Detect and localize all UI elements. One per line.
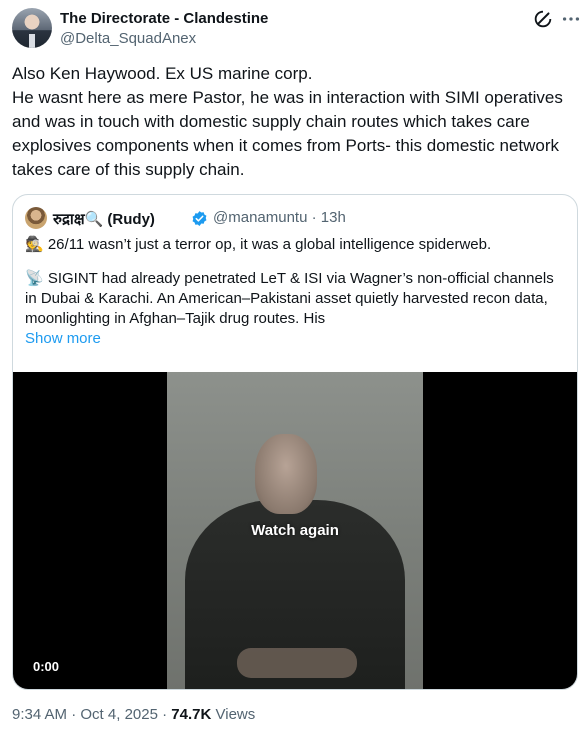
- post-line-1: Also Ken Haywood. Ex US marine corp.: [12, 64, 313, 83]
- grok-icon[interactable]: [532, 8, 554, 30]
- post-line-2: He wasnt here as mere Pastor, he was in …: [12, 88, 563, 179]
- more-icon[interactable]: [560, 8, 582, 30]
- video-figure-head: [255, 434, 317, 514]
- quoted-post-time[interactable]: 13h: [321, 209, 346, 226]
- show-more-link[interactable]: Show more: [25, 329, 101, 349]
- post-time[interactable]: 9:34 AM: [12, 706, 67, 723]
- quoted-post[interactable]: रुद्राक्ष🔍 (Rudy) @manamuntu · 13h 🕵️ 26…: [12, 194, 578, 690]
- views-count[interactable]: 74.7K: [171, 706, 211, 723]
- quoted-author-meta: @manamuntu · 13h: [213, 209, 346, 226]
- post-meta: 9:34 AM · Oct 4, 2025 · 74.7K Views: [12, 706, 255, 723]
- post-header: The Directorate - Clandestine @Delta_Squ…: [12, 8, 580, 52]
- meta-separator: ·: [311, 209, 317, 226]
- meta-dot: ·: [71, 706, 77, 723]
- post-date[interactable]: Oct 4, 2025: [80, 706, 158, 723]
- quoted-para-2: 📡 SIGINT had already penetrated LeT & IS…: [25, 270, 554, 327]
- video-timestamp: 0:00: [33, 659, 60, 674]
- views-label: Views: [215, 706, 256, 723]
- video-figure-hands: [237, 648, 357, 678]
- quoted-post-body: 🕵️ 26/11 wasn’t just a terror op, it was…: [25, 235, 567, 349]
- author-avatar[interactable]: [12, 8, 52, 48]
- meta-dot: ·: [162, 706, 168, 723]
- post-body: Also Ken Haywood. Ex US marine corp. He …: [12, 62, 578, 182]
- quoted-author-avatar[interactable]: [25, 207, 47, 229]
- verified-badge-icon: [192, 211, 207, 226]
- quoted-author-name[interactable]: रुद्राक्ष🔍 (Rudy): [53, 209, 155, 229]
- video-player[interactable]: Watch again 0:00: [13, 372, 577, 689]
- watch-again-button[interactable]: Watch again: [13, 522, 577, 539]
- author-handle[interactable]: @Delta_SquadAnex: [60, 30, 196, 47]
- quoted-post-header: रुद्राक्ष🔍 (Rudy) @manamuntu · 13h: [25, 207, 565, 229]
- quoted-author-handle[interactable]: @manamuntu: [213, 209, 307, 226]
- author-name[interactable]: The Directorate - Clandestine: [60, 10, 268, 27]
- quoted-para-1: 🕵️ 26/11 wasn’t just a terror op, it was…: [25, 236, 492, 253]
